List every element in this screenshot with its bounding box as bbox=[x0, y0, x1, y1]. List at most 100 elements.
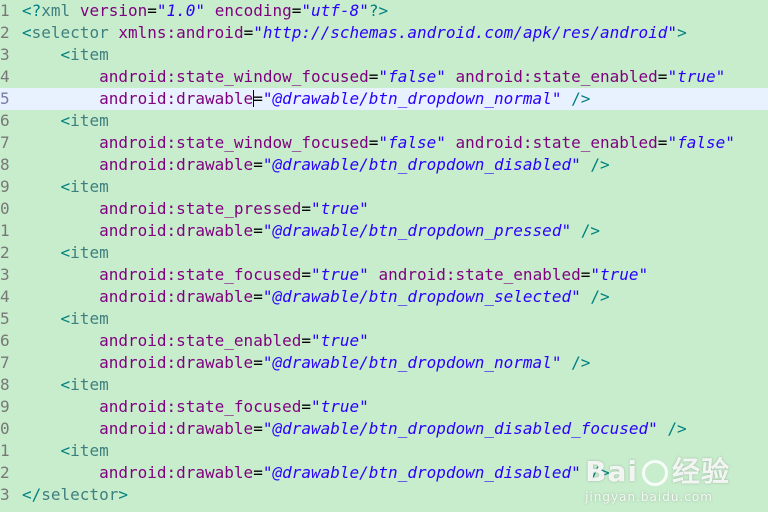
code-line[interactable]: 6 <item bbox=[0, 110, 768, 132]
line-number: 2 bbox=[0, 243, 10, 262]
code-line[interactable]: 7 android:state_window_focused="false" a… bbox=[0, 132, 768, 154]
line-code[interactable]: <selector xmlns:android="http://schemas.… bbox=[22, 22, 687, 44]
code-token-eq bbox=[22, 45, 61, 64]
code-token-bracket: < bbox=[60, 177, 71, 196]
code-token-eq: = bbox=[253, 287, 263, 306]
code-token-eq bbox=[446, 133, 456, 152]
code-token-eq: = bbox=[368, 133, 379, 152]
line-number: 2 bbox=[0, 23, 10, 42]
line-number: 7 bbox=[0, 353, 10, 372]
code-token-eq bbox=[109, 23, 119, 42]
code-token-attr: android:drawable bbox=[99, 419, 254, 438]
code-line[interactable]: 4 android:drawable="@drawable/btn_dropdo… bbox=[0, 286, 768, 308]
code-line[interactable]: 9 android:state_focused="true" bbox=[0, 396, 768, 418]
code-token-attr: android:state_pressed bbox=[99, 199, 302, 218]
code-token-val: "true" bbox=[311, 199, 369, 218]
code-line[interactable]: 1 <?xml version="1.0" encoding="utf-8"?> bbox=[0, 0, 768, 22]
line-code[interactable]: android:drawable="@drawable/btn_dropdown… bbox=[22, 462, 610, 484]
line-number: 4 bbox=[0, 287, 10, 306]
code-token-val: "utf-8" bbox=[301, 1, 369, 20]
code-token-attr: version bbox=[79, 1, 148, 20]
code-token-eq bbox=[22, 89, 99, 108]
code-line[interactable]: 8 android:drawable="@drawable/btn_dropdo… bbox=[0, 154, 768, 176]
line-code[interactable]: android:drawable="@drawable/btn_dropdown… bbox=[22, 154, 610, 176]
code-token-tag: selector bbox=[31, 23, 109, 42]
code-line[interactable]: 9 <item bbox=[0, 176, 768, 198]
code-line[interactable]: 2 android:drawable="@drawable/btn_dropdo… bbox=[0, 462, 768, 484]
code-token-pi: <? bbox=[22, 1, 42, 20]
code-token-eq: = bbox=[253, 419, 263, 438]
code-token-eq bbox=[581, 155, 591, 174]
code-token-bracket: /> bbox=[590, 287, 610, 306]
line-code[interactable]: android:drawable="@drawable/btn_dropdown… bbox=[22, 418, 687, 440]
code-editor[interactable]: 1 <?xml version="1.0" encoding="utf-8"?> 2… bbox=[0, 0, 768, 512]
code-token-val: "true" bbox=[667, 67, 726, 86]
code-token-eq bbox=[22, 309, 61, 328]
code-token-attr: android:state_enabled bbox=[455, 133, 658, 152]
code-lines[interactable]: 1 <?xml version="1.0" encoding="utf-8"?> 2… bbox=[0, 0, 768, 506]
code-token-val: "true" bbox=[311, 331, 369, 350]
code-token-eq bbox=[22, 375, 61, 394]
code-line[interactable]: 1 <item bbox=[0, 440, 768, 462]
code-token-val: "@drawable/btn_dropdown_normal" bbox=[262, 353, 562, 372]
line-code[interactable]: android:state_focused="true" bbox=[22, 396, 369, 418]
line-code[interactable]: </selector> bbox=[22, 484, 128, 506]
code-token-val: "false" bbox=[378, 67, 446, 86]
code-line[interactable]: 3 android:state_focused="true" android:s… bbox=[0, 264, 768, 286]
line-code[interactable]: <item bbox=[22, 242, 109, 264]
line-code[interactable]: android:drawable="@drawable/btn_dropdown… bbox=[22, 352, 590, 374]
line-code[interactable]: <item bbox=[22, 110, 109, 132]
line-number: 3 bbox=[0, 485, 10, 504]
code-token-bracket: </ bbox=[22, 485, 42, 504]
code-token-eq bbox=[22, 67, 99, 86]
code-token-val: "http://schemas.android.com/apk/res/andr… bbox=[253, 23, 678, 42]
code-token-eq bbox=[22, 221, 99, 240]
code-line[interactable]: 1 android:drawable="@drawable/btn_dropdo… bbox=[0, 220, 768, 242]
code-line[interactable]: 0 android:state_pressed="true" bbox=[0, 198, 768, 220]
line-number: 2 bbox=[0, 463, 10, 482]
code-token-bracket: < bbox=[60, 111, 71, 130]
code-line[interactable]: 3 <item bbox=[0, 44, 768, 66]
line-code[interactable]: <item bbox=[22, 176, 109, 198]
code-token-val: "false" bbox=[378, 133, 446, 152]
line-code[interactable]: android:drawable="@drawable/btn_dropdown… bbox=[22, 220, 600, 242]
line-code[interactable]: android:state_window_focused="false" and… bbox=[22, 132, 735, 154]
line-code[interactable]: android:state_enabled="true" bbox=[22, 330, 369, 352]
code-token-tag: selector bbox=[41, 485, 119, 504]
code-token-eq bbox=[22, 287, 99, 306]
code-line[interactable]: 0 android:drawable="@drawable/btn_dropdo… bbox=[0, 418, 768, 440]
code-token-val: "true" bbox=[590, 265, 649, 284]
code-line[interactable]: 2 <item bbox=[0, 242, 768, 264]
line-code[interactable]: <?xml version="1.0" encoding="utf-8"?> bbox=[22, 0, 388, 22]
code-token-eq bbox=[22, 177, 61, 196]
code-line[interactable]: 4 android:state_window_focused="false" a… bbox=[0, 66, 768, 88]
code-token-attr: android:state_enabled bbox=[378, 265, 581, 284]
code-line[interactable]: 5 <item bbox=[0, 308, 768, 330]
code-token-attr: android:state_enabled bbox=[99, 331, 302, 350]
code-line[interactable]: 2 <selector xmlns:android="http://schemas… bbox=[0, 22, 768, 44]
code-token-bracket: /> bbox=[590, 155, 610, 174]
code-token-bracket: /> bbox=[580, 221, 600, 240]
line-code[interactable]: <item bbox=[22, 308, 109, 330]
line-code[interactable]: android:drawable="@drawable/btn_dropdown… bbox=[22, 286, 610, 308]
line-code[interactable]: <item bbox=[22, 374, 109, 396]
code-token-bracket: > bbox=[677, 23, 687, 42]
code-line[interactable]: 5 android:drawable="@drawable/btn_dropdo… bbox=[0, 88, 768, 110]
line-code[interactable]: android:state_window_focused="false" and… bbox=[22, 66, 725, 88]
code-token-eq bbox=[22, 265, 99, 284]
code-token-bracket: > bbox=[118, 485, 128, 504]
code-line[interactable]: 3 </selector> bbox=[0, 484, 768, 506]
line-code[interactable]: android:state_pressed="true" bbox=[22, 198, 369, 220]
line-code[interactable]: android:drawable="@drawable/btn_dropdown… bbox=[22, 88, 590, 110]
code-token-attr: encoding bbox=[214, 1, 292, 20]
line-code[interactable]: <item bbox=[22, 44, 109, 66]
line-code[interactable]: android:state_focused="true" android:sta… bbox=[22, 264, 648, 286]
code-line[interactable]: 7 android:drawable="@drawable/btn_dropdo… bbox=[0, 352, 768, 374]
code-line[interactable]: 6 android:state_enabled="true" bbox=[0, 330, 768, 352]
code-token-bracket: /> bbox=[590, 463, 610, 482]
line-code[interactable]: <item bbox=[22, 440, 109, 462]
code-token-eq: = bbox=[580, 265, 591, 284]
code-token-eq: = bbox=[368, 67, 379, 86]
code-line[interactable]: 8 <item bbox=[0, 374, 768, 396]
code-token-eq: = bbox=[291, 1, 302, 20]
